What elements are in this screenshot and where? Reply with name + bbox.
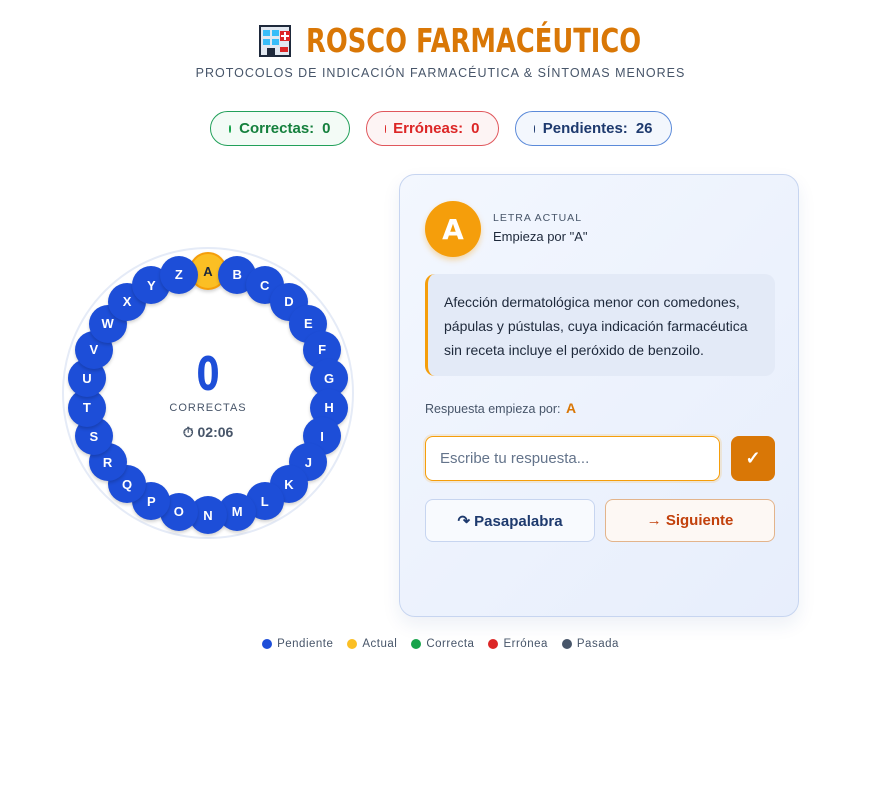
question-text: Afección dermatológica menor con comedon… — [425, 274, 775, 376]
rosco-correct-count: 0 — [196, 347, 220, 401]
current-letter-info: LETRA ACTUAL Empieza por "A" — [493, 212, 588, 244]
wrong-dot-icon — [384, 124, 386, 133]
wrong-counter-label: Erróneas: — [393, 120, 464, 137]
answer-hint-letter: A — [565, 400, 577, 416]
current-letter-badge: A — [425, 201, 481, 257]
correct-counter-label: Correctas: — [239, 120, 315, 137]
legend-item: Correcta — [411, 638, 474, 650]
submit-answer-button[interactable]: ✓ — [731, 436, 775, 481]
current-letter-label: LETRA ACTUAL — [493, 212, 583, 224]
wrong-counter-value: 0 — [471, 120, 480, 137]
pending-counter-label: Pendientes: — [542, 120, 628, 137]
pending-dot-icon — [533, 124, 535, 133]
answer-hint: Respuesta empieza por: A — [425, 400, 576, 416]
legend-item: Actual — [347, 638, 397, 650]
question-card: A LETRA ACTUAL Empieza por "A" Afección … — [399, 174, 799, 617]
legend-label: Actual — [362, 638, 398, 650]
rosco-letter-z: Z — [159, 255, 198, 294]
pending-counter: Pendientes: 26 — [514, 111, 672, 146]
app-header: ROSCO FARMACÉUTICO PROTOCOLOS DE INDICAC… — [0, 20, 881, 81]
wrong-counter: Erróneas: 0 — [365, 111, 499, 146]
legend-swatch — [411, 639, 422, 649]
correct-counter: Correctas: 0 — [209, 111, 350, 146]
legend-item: Pendiente — [262, 638, 333, 650]
legend-label: Correcta — [426, 638, 475, 650]
pending-counter-value: 26 — [635, 120, 653, 137]
correct-counter-value: 0 — [322, 120, 331, 137]
score-bar: Correctas: 0 Erróneas: 0 Pendientes: 26 — [0, 111, 881, 146]
pharmacy-building-icon — [256, 21, 294, 59]
legend-swatch — [561, 639, 572, 649]
answer-input[interactable] — [425, 436, 720, 481]
legend-label: Errónea — [503, 638, 548, 650]
legend: Pendiente Actual Correcta Errónea Pasada — [0, 638, 881, 650]
page-title: ROSCO FARMACÉUTICO — [305, 20, 641, 60]
legend-label: Pendiente — [277, 638, 334, 650]
legend-swatch — [347, 639, 358, 649]
legend-label: Pasada — [576, 638, 619, 650]
legend-swatch — [262, 639, 273, 649]
rosco-wheel: 0 CORRECTAS ⏱ 02:06 ABCDEFGHIJKLMNOPQRST… — [62, 247, 354, 539]
current-letter-rule: Empieza por "A" — [493, 229, 588, 244]
legend-item: Errónea — [488, 638, 547, 650]
next-button[interactable]: → Siguiente — [605, 499, 775, 542]
legend-swatch — [488, 639, 499, 649]
answer-hint-label: Respuesta empieza por: — [425, 402, 561, 416]
page-subtitle: PROTOCOLOS DE INDICACIÓN FARMACÉUTICA & … — [195, 66, 686, 80]
legend-item: Pasada — [561, 638, 619, 650]
pasapalabra-button[interactable]: ↷ Pasapalabra — [425, 499, 595, 542]
correct-dot-icon — [228, 124, 232, 133]
